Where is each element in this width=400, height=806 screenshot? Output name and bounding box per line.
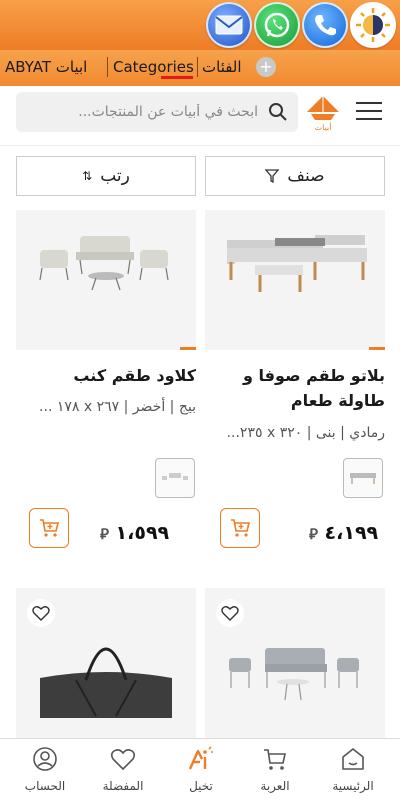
divider bbox=[197, 57, 198, 77]
color-swatch[interactable] bbox=[343, 458, 383, 498]
product-specs: بيج | أخضر | ٢٦٧ x ١٧٨ ... bbox=[39, 399, 196, 415]
product-card[interactable] bbox=[16, 588, 196, 738]
nav-account[interactable]: الحساب bbox=[10, 745, 80, 793]
hamburger-line bbox=[356, 110, 382, 112]
price-value: ٤،١٩٩ bbox=[324, 522, 379, 544]
filter-icon bbox=[265, 169, 280, 183]
favorite-button[interactable] bbox=[216, 599, 244, 627]
plus-icon[interactable]: + bbox=[256, 57, 276, 77]
divider bbox=[107, 57, 108, 77]
abyat-home-link[interactable]: ABYAT ابيات bbox=[5, 58, 87, 76]
thumbnail-icon bbox=[350, 473, 376, 484]
nav-label: تخيل bbox=[189, 779, 213, 793]
product-specs: رمادي | بنى | ٣٢٠ x ٢٣٥... bbox=[226, 425, 385, 441]
hamburger-line bbox=[356, 102, 382, 104]
bottom-nav: الرئيسية العربة تخيل المفضلة الحساب bbox=[0, 738, 400, 806]
cart-icon bbox=[231, 519, 251, 537]
color-swatch[interactable] bbox=[155, 458, 195, 498]
sofa-set-image bbox=[39, 236, 169, 291]
header: أبيات bbox=[0, 86, 400, 146]
filter-label: صنف bbox=[287, 166, 325, 186]
product-price: ١،٥٩٩ ⃁ bbox=[100, 522, 169, 544]
add-to-cart-button[interactable] bbox=[220, 508, 260, 548]
theme-toggle-icon bbox=[356, 8, 390, 42]
heart-icon bbox=[221, 606, 239, 621]
whatsapp-icon bbox=[264, 12, 290, 38]
sofa-dining-set-image bbox=[227, 235, 367, 292]
page: ABYAT ابيات Categories الفئات + أبيات bbox=[0, 0, 400, 806]
nav-imagine[interactable]: تخيل bbox=[166, 745, 236, 793]
theme-toggle-button[interactable] bbox=[350, 2, 396, 48]
hamburger-line bbox=[356, 118, 382, 120]
thumbnail-icon bbox=[162, 473, 188, 480]
menu-strip: ABYAT ابيات Categories الفئات bbox=[0, 50, 400, 86]
phone-icon bbox=[315, 15, 336, 36]
cart-icon bbox=[40, 519, 60, 537]
add-to-cart-button[interactable] bbox=[29, 508, 69, 548]
product-image[interactable] bbox=[16, 210, 196, 350]
nav-label: العربة bbox=[260, 779, 290, 793]
menu-button[interactable] bbox=[356, 102, 382, 122]
nav-label: الرئيسية bbox=[332, 779, 374, 793]
riyal-icon: ⃁ bbox=[309, 525, 318, 543]
product-card[interactable]: بلاتو طقم صوفا و طاولة طعام رمادي | بنى … bbox=[205, 210, 385, 548]
sort-label: رتب bbox=[100, 166, 130, 186]
product-name[interactable]: بلاتو طقم صوفا و طاولة طعام bbox=[205, 363, 385, 413]
product-price: ٤،١٩٩ ⃁ bbox=[309, 522, 378, 544]
product-image[interactable] bbox=[205, 210, 385, 350]
price-value: ١،٥٩٩ bbox=[115, 522, 170, 544]
heart-icon bbox=[32, 606, 50, 621]
filter-button[interactable]: صنف bbox=[205, 156, 385, 196]
logo-text: أبيات bbox=[315, 122, 332, 132]
favorite-button[interactable] bbox=[27, 599, 55, 627]
ai-imagine-icon bbox=[188, 746, 213, 770]
abyat-logo[interactable]: أبيات bbox=[305, 92, 341, 132]
nav-home[interactable]: الرئيسية bbox=[318, 745, 388, 793]
whatsapp-button[interactable] bbox=[254, 2, 300, 48]
nav-favorites[interactable]: المفضلة bbox=[88, 745, 158, 793]
email-button[interactable] bbox=[206, 2, 252, 48]
nav-label: المفضلة bbox=[102, 779, 144, 793]
product-card[interactable]: كلاود طقم كنب بيج | أخضر | ٢٦٧ x ١٧٨ ...… bbox=[16, 210, 196, 548]
nav-label: الحساب bbox=[24, 779, 66, 793]
sort-icon: ⇅ bbox=[82, 169, 93, 183]
categories-ar-link[interactable]: الفئات bbox=[202, 58, 242, 76]
image-accent bbox=[180, 347, 196, 350]
nav-cart[interactable]: العربة bbox=[240, 745, 310, 793]
product-name[interactable]: كلاود طقم كنب bbox=[16, 363, 196, 388]
envelope-icon bbox=[215, 15, 243, 35]
search-icon[interactable] bbox=[268, 102, 288, 122]
contact-bar bbox=[0, 0, 400, 50]
cart-icon bbox=[264, 749, 286, 770]
phone-button[interactable] bbox=[302, 2, 348, 48]
heart-icon bbox=[110, 749, 136, 771]
home-icon bbox=[342, 748, 364, 770]
categories-link[interactable]: Categories bbox=[113, 58, 194, 76]
search-bar[interactable] bbox=[16, 92, 298, 132]
product-card[interactable] bbox=[205, 588, 385, 738]
riyal-icon: ⃁ bbox=[100, 525, 109, 543]
active-indicator bbox=[161, 76, 193, 79]
image-accent bbox=[369, 347, 385, 350]
user-icon bbox=[33, 747, 57, 771]
sort-button[interactable]: ⇅ رتب bbox=[16, 156, 196, 196]
search-input[interactable] bbox=[28, 92, 258, 132]
